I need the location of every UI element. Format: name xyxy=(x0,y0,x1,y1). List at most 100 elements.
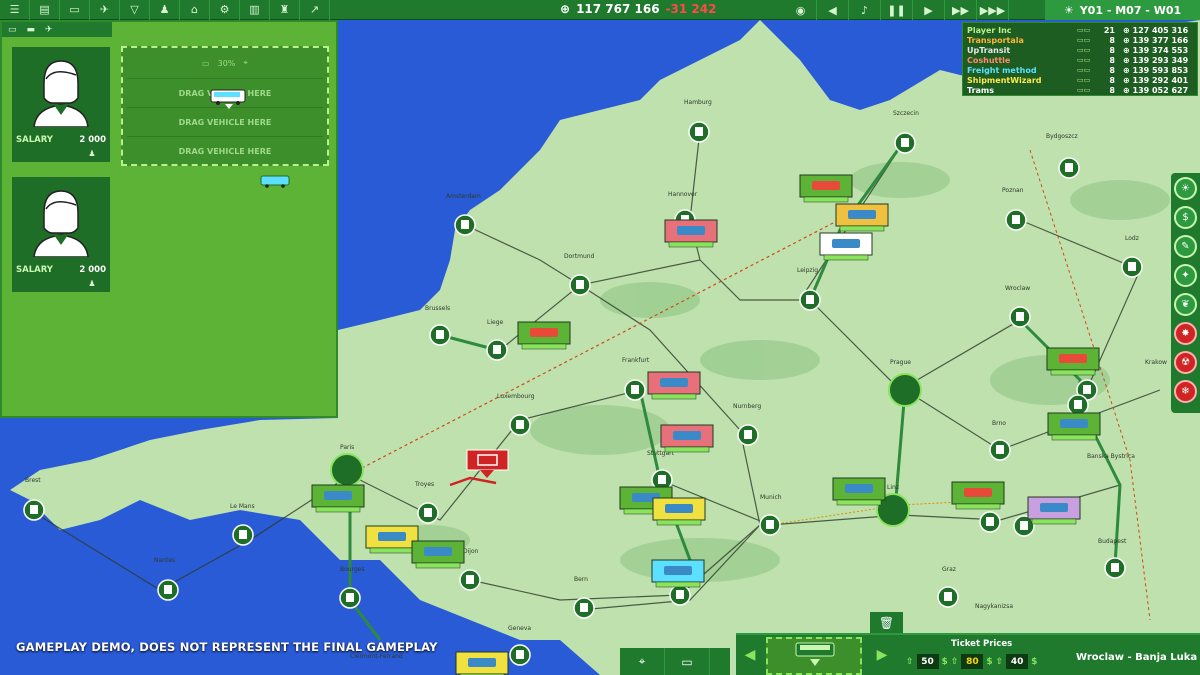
plane-card[interactable] xyxy=(799,174,853,203)
price-box[interactable]: 50 xyxy=(916,654,939,669)
plane-icon[interactable]: ✈ xyxy=(90,0,120,20)
snowflake-icon[interactable]: ❄ xyxy=(1174,380,1197,403)
ranking-row[interactable]: ShipmentWizard ▭▭ 8 ⊕ 139 292 401 xyxy=(967,75,1193,85)
plane-tab-icon[interactable]: ✈ xyxy=(45,25,53,35)
gear-icon[interactable]: ⚙ xyxy=(210,0,240,20)
city-node[interactable] xyxy=(1104,557,1126,579)
city-node[interactable] xyxy=(737,424,759,446)
shirt-icon[interactable]: ♜ xyxy=(270,0,300,20)
ranking-row[interactable]: UpTransit ▭▭ 8 ⊕ 139 374 553 xyxy=(967,45,1193,55)
plane-card[interactable] xyxy=(517,321,571,350)
microphone-icon[interactable]: ✎ xyxy=(1174,235,1197,258)
folder-icon[interactable]: ▭ xyxy=(665,648,710,675)
bus-card[interactable] xyxy=(664,219,718,248)
city-node[interactable] xyxy=(417,502,439,524)
drop-slot[interactable]: DRAG VEHICLE HERE xyxy=(127,136,323,165)
prev-arrow-icon[interactable]: ◀ xyxy=(740,647,760,667)
dollar-icon[interactable]: $ xyxy=(1174,206,1197,229)
document-icon[interactable]: ▤ xyxy=(30,0,60,20)
city-node[interactable] xyxy=(509,644,531,666)
city-node[interactable] xyxy=(569,274,591,296)
city-node[interactable] xyxy=(1005,209,1027,231)
city-node[interactable] xyxy=(459,569,481,591)
fast-forward-icon[interactable]: ▶▶ xyxy=(945,0,977,20)
city-node[interactable] xyxy=(573,597,595,619)
bus-tab-icon[interactable]: ▭ xyxy=(8,25,17,35)
city-node[interactable] xyxy=(759,514,781,536)
city-node[interactable] xyxy=(989,439,1011,461)
train-card[interactable] xyxy=(652,497,706,526)
virus-icon[interactable]: ✸ xyxy=(1174,322,1197,345)
bank-icon[interactable]: ⌂ xyxy=(180,0,210,20)
ranking-row[interactable]: Player Inc ▭▭ 21 ⊕ 127 405 316 xyxy=(967,25,1193,35)
city-node[interactable] xyxy=(979,511,1001,533)
filter-icon[interactable]: ▽ xyxy=(120,0,150,20)
city-node[interactable] xyxy=(232,524,254,546)
city-node[interactable] xyxy=(454,214,476,236)
city-node[interactable] xyxy=(339,587,361,609)
location-pin-icon[interactable]: ⌖ xyxy=(620,648,665,675)
bus-card[interactable] xyxy=(660,424,714,453)
island-icon[interactable]: ☀ xyxy=(1174,177,1197,200)
bus-icon[interactable]: ▭ xyxy=(60,0,90,20)
city-node[interactable] xyxy=(486,339,508,361)
ranking-row[interactable]: Coshuttle ▭▭ 8 ⊕ 139 293 349 xyxy=(967,55,1193,65)
city-node[interactable] xyxy=(624,379,646,401)
bus-card[interactable] xyxy=(411,540,465,569)
bus-card[interactable] xyxy=(835,203,889,232)
chart-icon[interactable]: ↗ xyxy=(300,0,330,20)
bus-card[interactable] xyxy=(455,651,509,675)
ranking-row[interactable]: Trams ▭▭ 8 ⊕ 139 052 627 xyxy=(967,85,1193,95)
bus-card[interactable] xyxy=(1027,496,1081,525)
city-node[interactable] xyxy=(1121,256,1143,278)
drop-slot[interactable]: DRAG VEHICLE HERE xyxy=(127,107,323,136)
leaf-icon[interactable]: ❦ xyxy=(1174,293,1197,316)
city-icon[interactable]: ▥ xyxy=(240,0,270,20)
minibus-icon[interactable] xyxy=(260,174,294,188)
city-node[interactable] xyxy=(1058,157,1080,179)
dragging-bus-icon[interactable] xyxy=(209,88,249,110)
hub-node[interactable] xyxy=(330,453,364,487)
bus-card[interactable] xyxy=(651,559,705,588)
bus-card[interactable] xyxy=(819,232,873,261)
city-node[interactable] xyxy=(1067,394,1089,416)
eye-icon[interactable]: ◉ xyxy=(785,0,817,20)
bus-card[interactable] xyxy=(832,477,886,506)
city-node[interactable] xyxy=(1009,306,1031,328)
route-vehicle-slot[interactable] xyxy=(766,637,862,675)
city-node[interactable] xyxy=(894,132,916,154)
menu-icon[interactable]: ☰ xyxy=(0,0,30,20)
sound-icon[interactable]: ◀ xyxy=(817,0,849,20)
train-card[interactable] xyxy=(1047,412,1101,441)
up-arrow-icon[interactable]: ⇧ xyxy=(906,657,914,667)
city-node[interactable] xyxy=(669,584,691,606)
city-node[interactable] xyxy=(509,414,531,436)
pause-icon[interactable]: ❚❚ xyxy=(881,0,913,20)
trash-icon[interactable]: 🗑 xyxy=(870,612,903,633)
play-icon[interactable]: ▶ xyxy=(913,0,945,20)
bus-card[interactable] xyxy=(365,525,419,554)
hub-node[interactable] xyxy=(888,373,922,407)
plane-card[interactable] xyxy=(1046,347,1100,376)
person-icon[interactable]: ♟ xyxy=(150,0,180,20)
assign-icon[interactable]: ♟ xyxy=(82,149,102,159)
price-box[interactable]: 40 xyxy=(1006,654,1029,669)
up-arrow-icon[interactable]: ⇧ xyxy=(951,657,959,667)
staff-card[interactable]: SALARY 2 000 ♟ xyxy=(12,47,110,162)
bus-card[interactable] xyxy=(647,371,701,400)
city-node[interactable] xyxy=(157,579,179,601)
city-node[interactable] xyxy=(23,499,45,521)
music-icon[interactable]: ♪ xyxy=(849,0,881,20)
up-arrow-icon[interactable]: ⇧ xyxy=(996,657,1004,667)
city-node[interactable] xyxy=(937,586,959,608)
hazard-icon[interactable]: ☢ xyxy=(1174,351,1197,374)
plane-card[interactable] xyxy=(951,481,1005,510)
city-node[interactable] xyxy=(688,121,710,143)
price-box[interactable]: 80 xyxy=(961,654,984,669)
city-node[interactable] xyxy=(799,289,821,311)
assign-icon[interactable]: ♟ xyxy=(82,279,102,289)
ranking-row[interactable]: Freight method ▭▭ 8 ⊕ 139 593 853 xyxy=(967,65,1193,75)
train-tab-icon[interactable]: ▬ xyxy=(27,25,36,35)
staff-card[interactable]: SALARY 2 000 ♟ xyxy=(12,177,110,292)
city-node[interactable] xyxy=(429,324,451,346)
